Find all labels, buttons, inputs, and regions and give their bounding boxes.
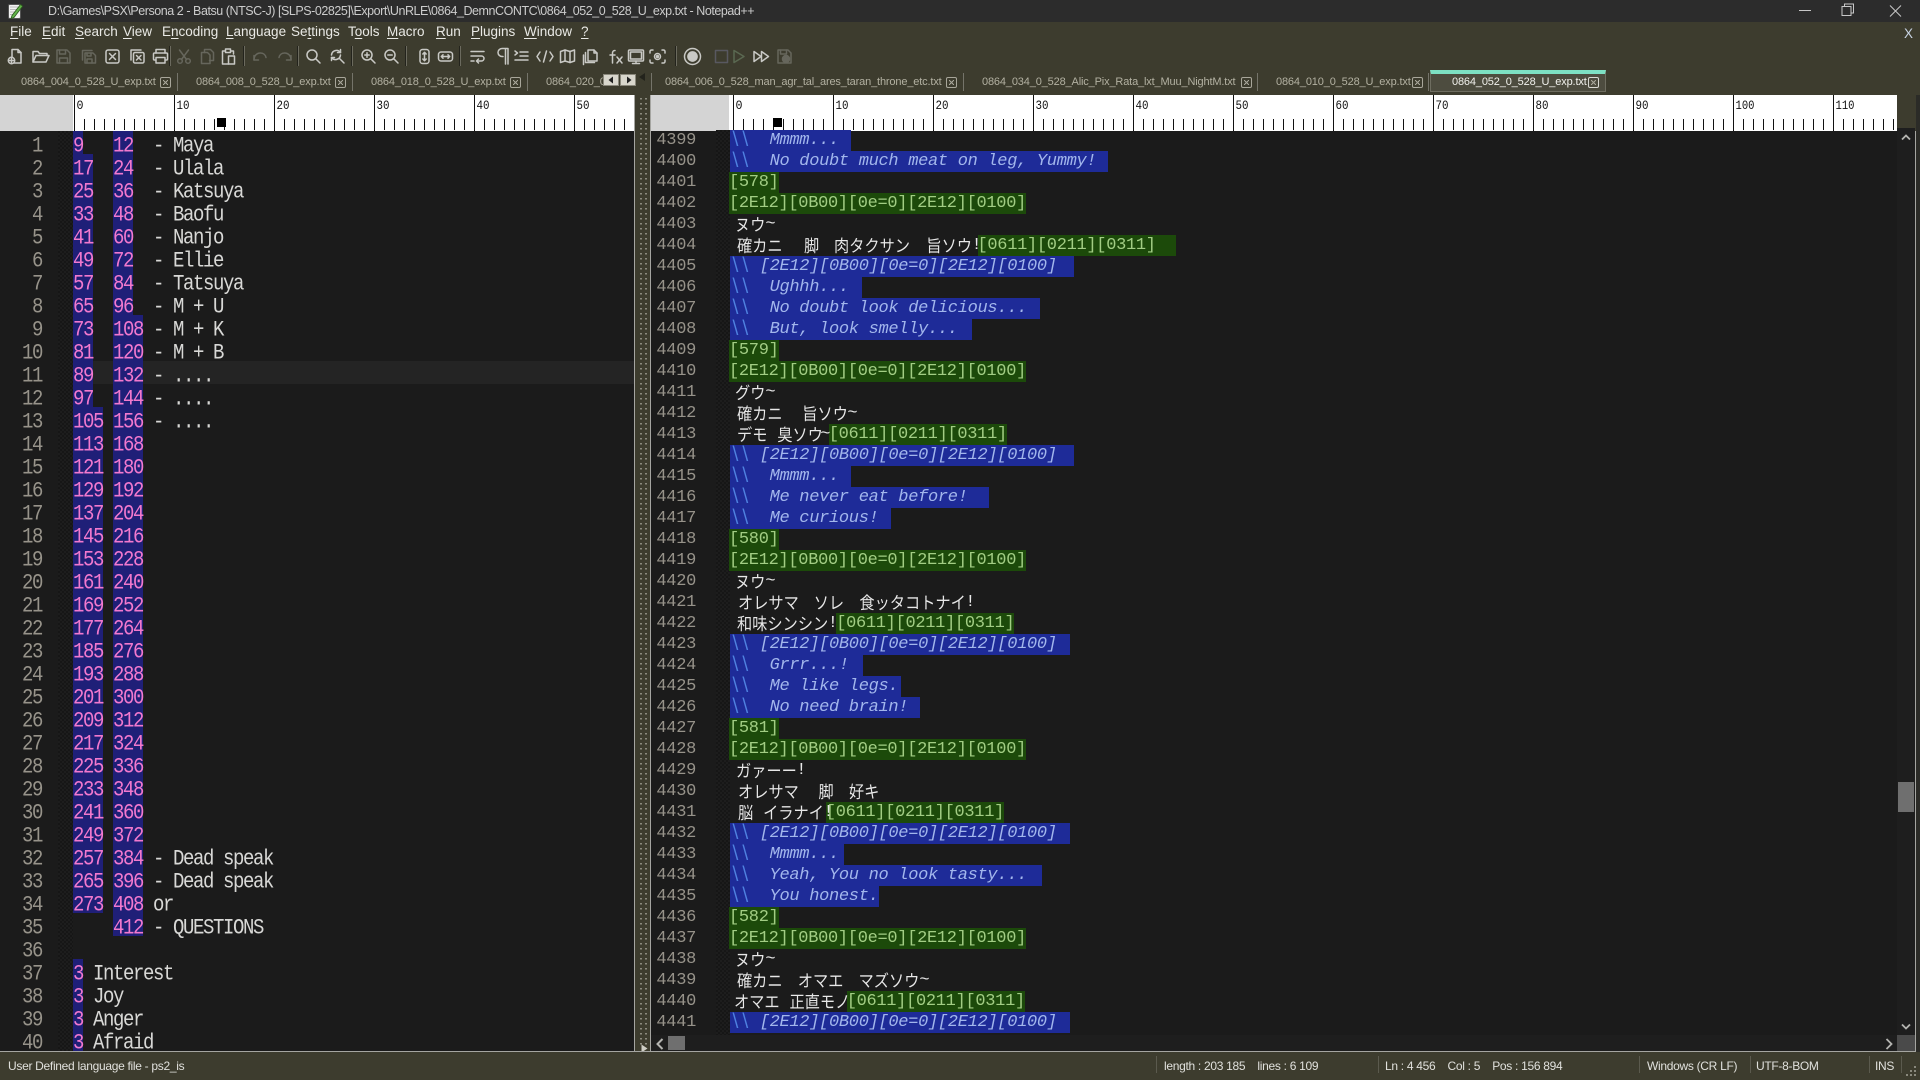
svg-text:80: 80: [1536, 98, 1549, 113]
svg-text:40: 40: [1136, 98, 1149, 113]
svg-text:100: 100: [1736, 98, 1755, 113]
svg-text:10: 10: [836, 98, 849, 113]
svg-text:20: 20: [936, 98, 949, 113]
svg-text:110: 110: [1836, 98, 1855, 113]
svg-text:10: 10: [177, 98, 190, 113]
svg-text:50: 50: [1236, 98, 1249, 113]
svg-text:50: 50: [577, 98, 590, 113]
svg-text:60: 60: [1336, 98, 1349, 113]
svg-text:30: 30: [377, 98, 390, 113]
svg-text:0: 0: [77, 98, 84, 113]
svg-text:90: 90: [1636, 98, 1649, 113]
svg-text:0: 0: [736, 98, 743, 113]
svg-text:70: 70: [1436, 98, 1449, 113]
svg-text:30: 30: [1036, 98, 1049, 113]
svg-text:20: 20: [277, 98, 290, 113]
svg-text:40: 40: [477, 98, 490, 113]
